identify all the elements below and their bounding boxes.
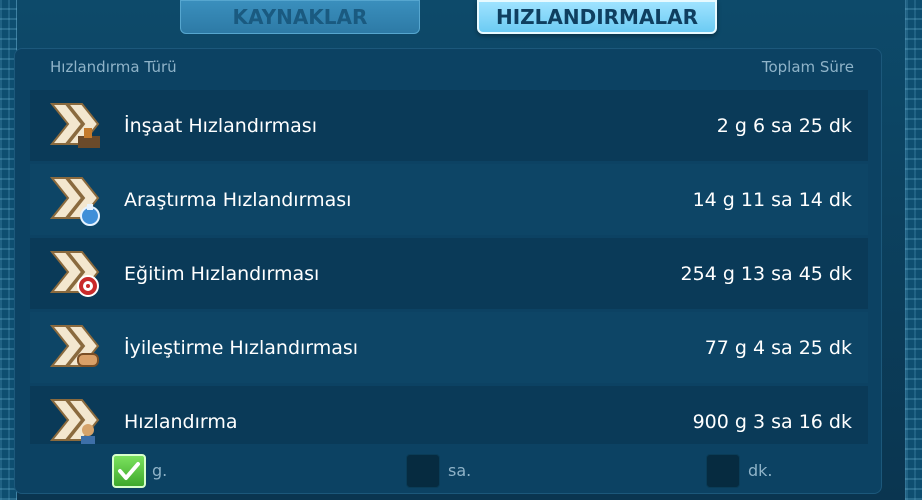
list-item: Hızlandırma 900 g 3 sa 16 dk (30, 386, 868, 444)
column-header-type: Hızlandırma Türü (50, 58, 177, 76)
training-speedup-icon (48, 246, 104, 302)
speedup-name: İnşaat Hızlandırması (124, 114, 317, 137)
minutes-checkbox[interactable] (706, 454, 740, 488)
checkmark-icon (118, 462, 140, 480)
list-item: İnşaat Hızlandırması 2 g 6 sa 25 dk (30, 90, 868, 161)
speedup-name: Araştırma Hızlandırması (124, 188, 352, 211)
right-ornament-border (905, 0, 922, 500)
hours-label: sa. (448, 461, 472, 480)
speedup-total-time: 2 g 6 sa 25 dk (716, 114, 852, 137)
list-item: Araştırma Hızlandırması 14 g 11 sa 14 dk (30, 164, 868, 235)
hours-checkbox[interactable] (406, 454, 440, 488)
research-speedup-icon (48, 172, 104, 228)
speedup-total-time: 900 g 3 sa 16 dk (692, 410, 852, 433)
tab-resources[interactable]: KAYNAKLAR (180, 0, 420, 34)
healing-speedup-icon (48, 320, 104, 376)
tab-speedups[interactable]: HIZLANDIRMALAR (477, 0, 717, 34)
time-unit-filters: g. sa. dk. (0, 454, 922, 490)
speedup-list[interactable]: İnşaat Hızlandırması 2 g 6 sa 25 dk Araş… (30, 90, 868, 444)
speedup-total-time: 77 g 4 sa 25 dk (704, 336, 852, 359)
speedup-name: Eğitim Hızlandırması (124, 262, 320, 285)
column-header-total-time: Toplam Süre (761, 58, 854, 76)
list-item: Eğitim Hızlandırması 254 g 13 sa 45 dk (30, 238, 868, 309)
construction-speedup-icon (48, 98, 104, 154)
speedup-total-time: 254 g 13 sa 45 dk (680, 262, 852, 285)
universal-speedup-icon (48, 394, 104, 444)
days-checkbox[interactable] (112, 454, 146, 488)
list-item: İyileştirme Hızlandırması 77 g 4 sa 25 d… (30, 312, 868, 383)
minutes-label: dk. (748, 461, 773, 480)
days-label: g. (152, 461, 168, 480)
speedup-name: İyileştirme Hızlandırması (124, 336, 359, 359)
speedup-name: Hızlandırma (124, 410, 238, 433)
speedup-total-time: 14 g 11 sa 14 dk (692, 188, 852, 211)
